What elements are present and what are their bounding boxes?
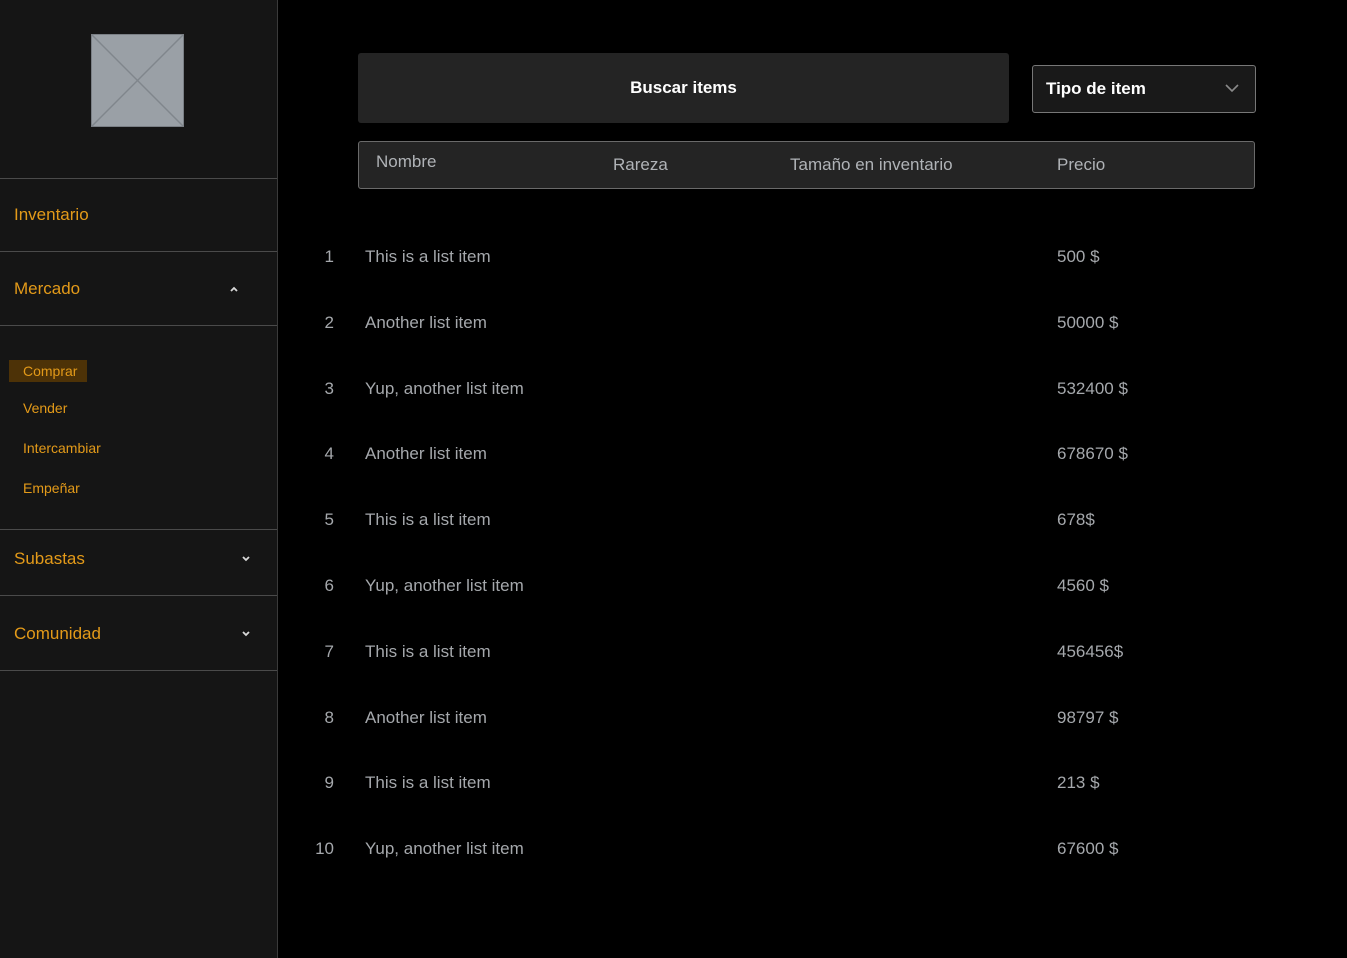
sidebar: Inventario Mercado Comprar Vender Interc…	[0, 0, 278, 958]
divider	[0, 670, 277, 671]
submenu-item-empenar[interactable]: Empeñar	[9, 477, 90, 499]
row-number: 7	[324, 641, 334, 661]
nav-item-comunidad[interactable]: Comunidad	[0, 598, 277, 670]
row-price: 532400 $	[1057, 378, 1128, 398]
row-price: 678$	[1057, 510, 1095, 530]
table-row[interactable]: 9 This is a list item 213 $	[300, 773, 1260, 803]
row-name: Yup, another list item	[365, 839, 524, 859]
submenu-item-intercambiar[interactable]: Intercambiar	[9, 437, 111, 459]
chevron-up-icon[interactable]	[228, 283, 240, 295]
column-header-rareza[interactable]: Rareza	[613, 155, 668, 175]
submenu-item-vender[interactable]: Vender	[9, 397, 77, 419]
submenu-item-comprar[interactable]: Comprar	[9, 360, 88, 382]
chevron-down-icon[interactable]	[240, 628, 252, 640]
chevron-down-icon	[1225, 84, 1239, 93]
nav-item-label: Subastas	[14, 549, 85, 568]
row-price: 678670 $	[1057, 444, 1128, 464]
row-number: 8	[324, 707, 334, 727]
row-number: 2	[324, 312, 334, 332]
row-number: 3	[324, 378, 334, 398]
divider	[0, 251, 277, 252]
table-row[interactable]: 3 Yup, another list item 532400 $	[300, 379, 1260, 409]
divider	[0, 595, 277, 596]
table-row[interactable]: 10 Yup, another list item 67600 $	[300, 839, 1260, 869]
row-number: 1	[324, 247, 334, 266]
table-row[interactable]: 2 Another list item 50000 $	[300, 313, 1260, 343]
nav-item-inventario[interactable]: Inventario	[0, 179, 277, 251]
divider	[0, 325, 277, 326]
row-price: 98797 $	[1057, 707, 1119, 727]
column-header-precio[interactable]: Precio	[1057, 155, 1105, 175]
table-row[interactable]: 5 This is a list item 678$	[300, 510, 1260, 540]
item-type-select-value: Tipo de item	[1046, 79, 1146, 98]
nav-item-mercado[interactable]: Mercado	[0, 253, 277, 325]
row-name: Another list item	[365, 444, 487, 464]
nav-item-label: Inventario	[14, 205, 89, 224]
row-name: Yup, another list item	[365, 378, 524, 398]
row-name: This is a list item	[365, 773, 491, 793]
table-row[interactable]: 7 This is a list item 456456$	[300, 642, 1260, 672]
row-name: This is a list item	[365, 510, 491, 530]
item-type-select[interactable]: Tipo de item	[1032, 65, 1256, 113]
table-row[interactable]: 1 This is a list item 500 $	[300, 247, 1260, 277]
nav-item-subastas[interactable]: Subastas	[0, 523, 277, 595]
row-number: 10	[315, 839, 334, 859]
row-price: 213 $	[1057, 773, 1100, 793]
row-price: 456456$	[1057, 641, 1124, 661]
table-header: Nombre Rareza Tamaño en inventario Preci…	[358, 141, 1255, 189]
row-name: This is a list item	[365, 641, 491, 661]
row-name: Yup, another list item	[365, 576, 524, 595]
row-name: Another list item	[365, 312, 487, 332]
row-number: 9	[324, 773, 334, 793]
row-number: 4	[324, 444, 334, 464]
row-name: Another list item	[365, 707, 487, 727]
row-number: 5	[324, 510, 334, 530]
row-price: 67600 $	[1057, 839, 1119, 859]
row-name: This is a list item	[365, 247, 491, 266]
row-price: 4560 $	[1057, 576, 1109, 595]
table-row[interactable]: 6 Yup, another list item 4560 $	[300, 576, 1260, 606]
row-price: 500 $	[1057, 247, 1100, 266]
row-price: 50000 $	[1057, 312, 1119, 332]
search-items-button[interactable]: Buscar items	[358, 53, 1009, 123]
column-header-tamano[interactable]: Tamaño en inventario	[790, 155, 953, 175]
table-row[interactable]: 4 Another list item 678670 $	[300, 444, 1260, 474]
chevron-down-icon[interactable]	[240, 553, 252, 565]
column-header-nombre[interactable]: Nombre	[376, 152, 436, 172]
nav-item-label: Mercado	[14, 279, 81, 298]
nav-item-label: Comunidad	[14, 624, 101, 643]
logo-placeholder-icon	[91, 34, 184, 127]
table-row[interactable]: 8 Another list item 98797 $	[300, 708, 1260, 738]
row-number: 6	[324, 576, 334, 595]
